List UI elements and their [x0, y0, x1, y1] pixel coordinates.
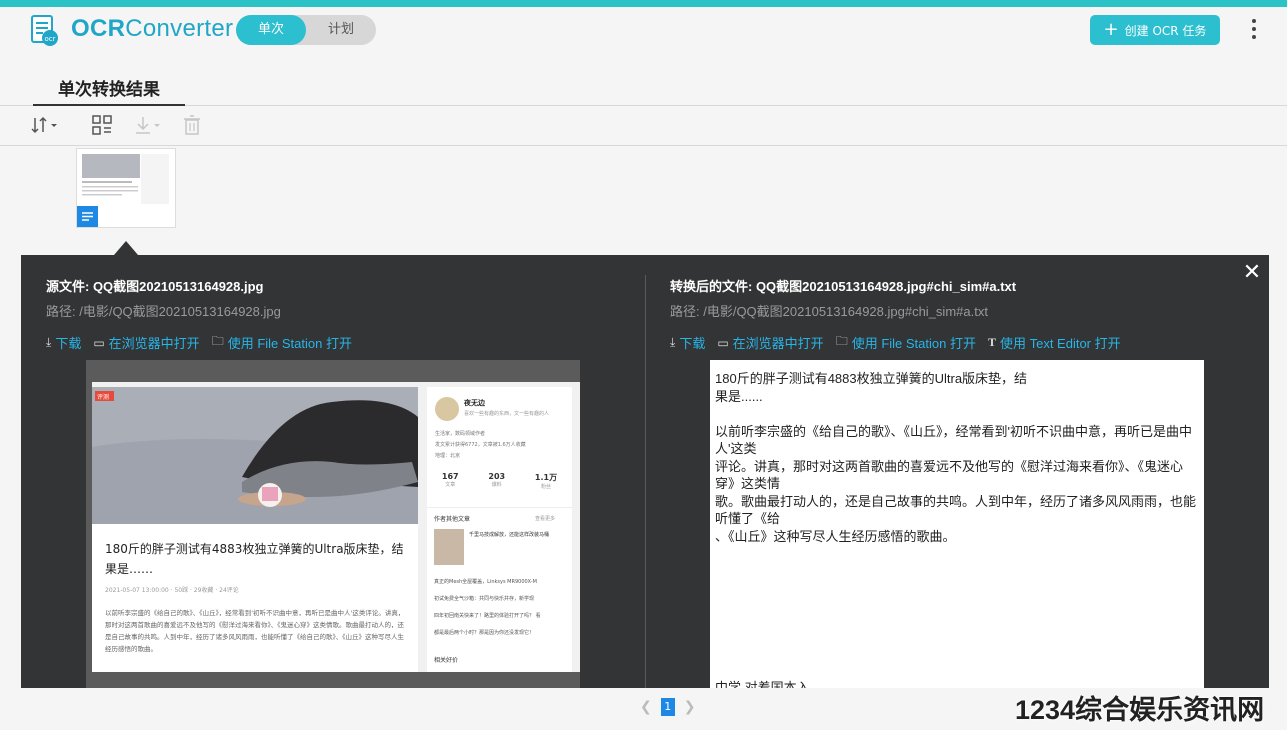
panel-divider — [645, 275, 646, 688]
detail-panel: ✕ 源文件: QQ截图20210513164928.jpg 路径: /电影/QQ… — [21, 255, 1269, 688]
download-icon: ⤓ — [46, 335, 52, 349]
converted-open-filestation-link[interactable]: 🗀 使用 File Station 打开 — [836, 332, 976, 353]
text-editor-icon: T — [987, 335, 996, 349]
converted-open-texteditor-link[interactable]: T 使用 Text Editor 打开 — [988, 332, 1121, 353]
preview-article-photo: 评测 — [92, 387, 418, 524]
ocr-text-line — [715, 405, 1200, 423]
download-icon[interactable] — [133, 114, 163, 136]
toolbar — [0, 106, 1287, 146]
text-file-badge-icon — [77, 206, 98, 227]
ocr-text-line: 、《山丘》这种写尽人生经历感悟的歌曲。 — [715, 528, 956, 544]
source-actions: ⤓ 下载 ▭ 在浏览器中打开 🗀 使用 File Station 打开 — [46, 332, 352, 353]
browser-icon: ▭ — [717, 335, 729, 350]
preview-article-meta: 2021-05-07 13:00:00 · 50踩 · 29收藏 · 24评论 — [105, 587, 239, 594]
source-file-title: 源文件: QQ截图20210513164928.jpg — [46, 279, 264, 294]
preview-related-heading: 相关好价 — [434, 657, 459, 664]
converted-open-browser-link[interactable]: ▭ 在浏览器中打开 — [717, 332, 823, 353]
preview-author-bio: 喜欢一些有趣的东西，文一些有趣的人 — [464, 411, 550, 417]
preview-author-items: 生活家，数码领域作者 发文累计获得6772，文章被1.6万人收藏 地理：北京 — [435, 431, 526, 459]
download-icon: ⤓ — [670, 335, 676, 349]
svg-text:ocr: ocr — [44, 35, 55, 43]
create-ocr-task-button[interactable]: + 创建 OCR 任务 — [1090, 15, 1220, 45]
preview-related-card: 相关好价 — [427, 648, 572, 672]
grid-icon[interactable] — [91, 114, 113, 136]
preview-other-list: 真正的Mesh全屋覆盖，Linksys MR9000X-M 初试免费全气沙箱：共… — [434, 579, 541, 636]
sort-icon[interactable] — [30, 114, 60, 136]
trash-icon[interactable] — [182, 114, 202, 136]
app-title: OCRConverter — [71, 15, 234, 42]
source-open-filestation-link[interactable]: 🗀 使用 File Station 打开 — [212, 332, 352, 353]
ocr-text-line: 以前听李宗盛的《给自己的歌》、《山丘》，经常看到'初听不识曲中意，再听已是曲中人… — [715, 423, 1192, 457]
mode-single-button[interactable]: 单次 — [236, 15, 306, 45]
converted-file-title: 转换后的文件: QQ截图20210513164928.jpg#chi_sim#a… — [670, 279, 1017, 294]
close-icon[interactable]: ✕ — [1242, 262, 1262, 284]
preview-other-thumbnail — [434, 529, 464, 565]
ocr-text-line: 180斤的胖子测试有4883枚独立弹簧的Ultra版床垫，结 — [715, 371, 1028, 386]
mode-toggle: 单次 计划 — [236, 15, 376, 45]
source-screenshot: 评测 180斤的胖子测试有4883枚独立弹簧的Ultra版床垫，结果是…… 20… — [92, 382, 580, 672]
tab-single-result[interactable]: 单次转换结果 — [33, 75, 185, 106]
avatar — [435, 397, 459, 421]
app-header: ocr OCRConverter 单次 计划 + 创建 OCR 任务 — [0, 7, 1287, 57]
browser-icon: ▭ — [93, 335, 105, 350]
converted-actions: ⤓ 下载 ▭ 在浏览器中打开 🗀 使用 File Station 打开 T 使用 Tex… — [670, 332, 1121, 353]
ocr-text-line: 评论。讲真，那时对这两首歌曲的喜爱远不及他写的《慰洋过海来看你》、《鬼迷心穿》这… — [715, 458, 1184, 492]
watermark-text: 1234综合娱乐资讯网 — [1015, 695, 1265, 725]
preview-other-more: 查看更多 — [535, 516, 556, 522]
ocr-text-line: 果是...... — [715, 388, 763, 404]
preview-tag: 评测 — [97, 394, 110, 401]
panel-pointer — [114, 241, 138, 255]
source-image-preview: 评测 180斤的胖子测试有4883枚独立弹簧的Ultra版床垫，结果是…… 20… — [86, 360, 580, 688]
preview-author-name: 夜无边 — [464, 399, 485, 407]
top-accent-bar — [0, 0, 1287, 7]
source-file-path: 路径: /电影/QQ截图20210513164928.jpg — [46, 304, 281, 319]
preview-author-stats: 167 文章 203 爆料 1.1万 粉丝 — [441, 472, 558, 490]
next-page-icon[interactable]: ❯ — [684, 699, 696, 715]
more-options-icon[interactable] — [1246, 17, 1262, 41]
ocr-text-content: 180斤的胖子测试有4883枚独立弹簧的Ultra版床垫，结 果是...... … — [715, 370, 1200, 545]
ocr-text-line: 歌。歌曲最打动人的，还是自己故事的共鸣。人到中年，经历了诸多风风雨雨，也能听懂了… — [715, 493, 1197, 527]
ocr-text-preview: 180斤的胖子测试有4883枚独立弹簧的Ultra版床垫，结 果是...... … — [710, 360, 1204, 688]
folder-icon: 🗀 — [835, 334, 848, 348]
ocr-logo-icon: ocr — [31, 15, 58, 46]
preview-article-body: 以前听李宗盛的《给自己的歌》、《山丘》，经常看到'初听不识曲中意，再听已是曲中人… — [105, 609, 405, 653]
pagination: ❮ 1 ❯ — [640, 698, 695, 716]
page-number[interactable]: 1 — [660, 698, 675, 716]
mode-schedule-button[interactable]: 计划 — [306, 15, 376, 45]
plus-icon: + — [1103, 19, 1119, 40]
preview-article-title: 180斤的胖子测试有4883枚独立弹簧的Ultra版床垫，结果是…… — [105, 542, 404, 576]
preview-article: 评测 180斤的胖子测试有4883枚独立弹簧的Ultra版床垫，结果是…… 20… — [92, 387, 418, 672]
create-ocr-task-label: 创建 OCR 任务 — [1124, 23, 1207, 38]
preview-author-card: 夜无边 喜欢一些有趣的东西，文一些有趣的人 生活家，数码领域作者 发文累计获得6… — [427, 387, 572, 669]
folder-icon: 🗀 — [211, 334, 224, 348]
prev-page-icon[interactable]: ❮ — [640, 699, 652, 715]
preview-other-heading: 作者其他文章 — [434, 516, 471, 523]
tab-bar: 单次转换结果 — [0, 57, 1287, 106]
converted-download-link[interactable]: ⤓ 下载 — [670, 332, 705, 353]
preview-other-title: 千里马技成解放，还能这样改装马桶 — [469, 532, 550, 538]
ocr-text-tail-line: 中学 对着国本入 — [715, 680, 810, 688]
converted-file-path: 路径: /电影/QQ截图20210513164928.jpg#chi_sim#a… — [670, 304, 988, 319]
source-open-browser-link[interactable]: ▭ 在浏览器中打开 — [93, 332, 199, 353]
source-download-link[interactable]: ⤓ 下载 — [46, 332, 81, 353]
